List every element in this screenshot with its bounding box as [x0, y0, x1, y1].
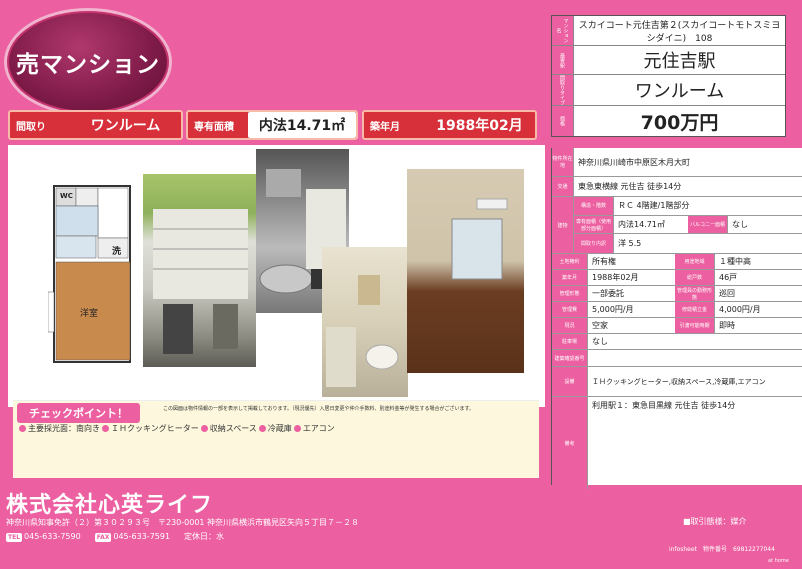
- built-pill: 築年月 1988年02月: [362, 110, 537, 140]
- check-points-list: 主要採光面：南向き ＩＨクッキングヒーター 収納スペース 冷蔵庫 エアコン: [19, 423, 335, 434]
- remarks-label: 備考: [552, 397, 588, 489]
- price-value: 700万円: [640, 111, 719, 134]
- check-point-item: ＩＨクッキングヒーター: [102, 423, 199, 434]
- disclaimer-note: この図面は物件情報の一部を表示して掲載しております。（現況優先）入居日変更や仲介…: [163, 406, 475, 412]
- floor-plan: WC 洗 洋室: [48, 182, 134, 370]
- status-label: 現況: [552, 318, 588, 333]
- building-name: スカイコート元住吉第２(スカイコートモトスミヨシダイニ) 108: [578, 20, 781, 44]
- type-label: 間取りタイプ: [552, 75, 574, 105]
- mgmt-staff-label: 管理員の勤務形態: [675, 286, 715, 301]
- price-label: 価格: [552, 106, 574, 136]
- transport-value: 東急東横線 元住吉 徒歩14分: [578, 182, 682, 191]
- equipment-label: 設備: [552, 367, 588, 396]
- built-detail-value: 1988年02月: [592, 273, 639, 282]
- status-value: 空家: [592, 321, 608, 330]
- check-point-item: 収納スペース: [200, 423, 257, 434]
- madori-label: 間取り: [10, 117, 70, 133]
- parking-label: 駐車場: [552, 334, 588, 349]
- company-name: 株式会社心英ライフ: [6, 493, 214, 518]
- summary-box: マンション名 スカイコート元住吉第２(スカイコートモトスミヨシダイニ) 108 …: [551, 15, 786, 137]
- sink-label: 洗: [112, 247, 122, 257]
- cert-label: 建築確認番号: [552, 350, 588, 366]
- zoning-value: １種中高: [719, 257, 751, 266]
- license-address: 神奈川県知事免許（２）第３０２９３号 〒230-0001 神奈川県横浜市鶴見区矢…: [6, 518, 360, 527]
- structure-label: 構造・階数: [574, 197, 614, 215]
- repair-label: 修繕積立金: [675, 302, 715, 317]
- madori-pill: 間取り ワンルーム: [8, 110, 183, 140]
- check-points-panel: チェックポイント！ この図面は物件情報の一部を表示して掲載しております。（現況優…: [13, 400, 539, 478]
- zoning-label: 用途地域: [675, 254, 715, 269]
- units-value: 46戸: [719, 273, 738, 282]
- bullet-icon: [102, 425, 109, 432]
- handover-label: 引渡可能時期: [675, 318, 715, 333]
- madori-value: ワンルーム: [70, 112, 181, 138]
- bullet-icon: [258, 425, 266, 432]
- address-label: 物件所在地: [552, 148, 574, 176]
- cert-value: [588, 350, 802, 366]
- mgmt-value: 一部委託: [592, 289, 624, 298]
- transport-label: 交通: [552, 177, 574, 196]
- type-value: ワンルーム: [634, 81, 725, 102]
- building-label: 建物: [552, 197, 574, 253]
- remarks-value: 利用駅１：東急目黒線 元住吉 徒歩14分: [592, 401, 736, 410]
- layout-value: 洋 5.5: [618, 239, 642, 249]
- address-value: 神奈川県川崎市中原区木月大町: [578, 157, 690, 167]
- phone-icon: TEL: [6, 532, 23, 542]
- property-details-table: 物件所在地 神奈川県川崎市中原区木月大町 交通 東急東横線 元住吉 徒歩14分 …: [551, 148, 802, 489]
- photo-panel: WC 洗 洋室: [8, 145, 545, 407]
- bullet-icon: [293, 425, 301, 432]
- area-detail-label: 専有面積（使用部分面積）: [574, 215, 614, 234]
- land-label: 土地権利: [552, 254, 588, 269]
- company-footer: 株式会社心英ライフ 神奈川県知事免許（２）第３０２９３号 〒230-0001 神…: [0, 487, 802, 569]
- transaction-type: ■取引態様：媒介: [683, 517, 747, 526]
- infosheet-number: infosheet 物件番号 69812277044: [669, 546, 775, 553]
- check-point-item: 主要採光面：南向き: [19, 423, 100, 434]
- bullet-icon: [19, 425, 26, 432]
- station-label: 最寄駅: [552, 46, 574, 74]
- area-label: 専有面積: [188, 117, 248, 133]
- athome-logo: at home: [768, 558, 789, 564]
- area-pill: 専有面積 内法14.71㎡: [186, 110, 358, 140]
- room-label: 洋室: [80, 309, 99, 319]
- built-value: 1988年02月: [424, 112, 535, 138]
- check-point-item: 冷蔵庫: [258, 423, 292, 434]
- bullet-icon: [200, 425, 208, 432]
- units-label: 総戸数: [675, 270, 715, 285]
- room-photo: [407, 169, 524, 373]
- mgmt-staff-value: 巡回: [719, 289, 735, 298]
- building-group: 建物 構造・階数 ＲＣ 4階建/1階部分 専有面積（使用部分面積） 内法14.7…: [552, 197, 802, 254]
- bathroom-photo: [322, 247, 408, 397]
- land-value: 所有権: [592, 257, 616, 266]
- repair-value: 4,000円/月: [719, 305, 761, 314]
- fee-value: 5,000円/月: [592, 305, 634, 314]
- sale-type-badge: 売マンション: [4, 8, 172, 116]
- check-points-title: チェックポイント！: [17, 403, 140, 423]
- phone-number: TEL 045-633-7590: [6, 531, 81, 542]
- area-value: 内法14.71㎡: [248, 112, 356, 138]
- built-detail-label: 築年月: [552, 270, 588, 285]
- equipment-value: ＩＨクッキングヒーター,収納スペース,冷蔵庫,エアコン: [592, 377, 766, 386]
- balcony-value: なし: [732, 220, 748, 229]
- parking-value: なし: [592, 337, 608, 346]
- contact-info: TEL 045-633-7590 FAX 045-633-7591 定休日：水: [6, 531, 224, 542]
- balcony-label: バルコニー面積: [688, 215, 728, 234]
- name-label: マンション名: [552, 16, 574, 45]
- handover-value: 即時: [719, 321, 735, 330]
- holiday: 定休日：水: [184, 532, 225, 541]
- layout-label: 間取り内訳: [574, 234, 614, 253]
- sale-type-label: 売マンション: [16, 52, 160, 78]
- fee-label: 管理費: [552, 302, 588, 317]
- fax-number: FAX 045-633-7591: [94, 531, 171, 542]
- wc-label: WC: [60, 192, 73, 200]
- built-label: 築年月: [364, 117, 424, 133]
- check-point-item: エアコン: [293, 423, 335, 434]
- station-value: 元住吉駅: [643, 51, 716, 72]
- structure-value: ＲＣ 4階建/1階部分: [618, 201, 690, 211]
- exterior-photo: [143, 174, 256, 367]
- area-detail-value: 内法14.71㎡: [618, 220, 665, 229]
- fax-icon: FAX: [94, 532, 112, 542]
- mgmt-label: 管理形態: [552, 286, 588, 301]
